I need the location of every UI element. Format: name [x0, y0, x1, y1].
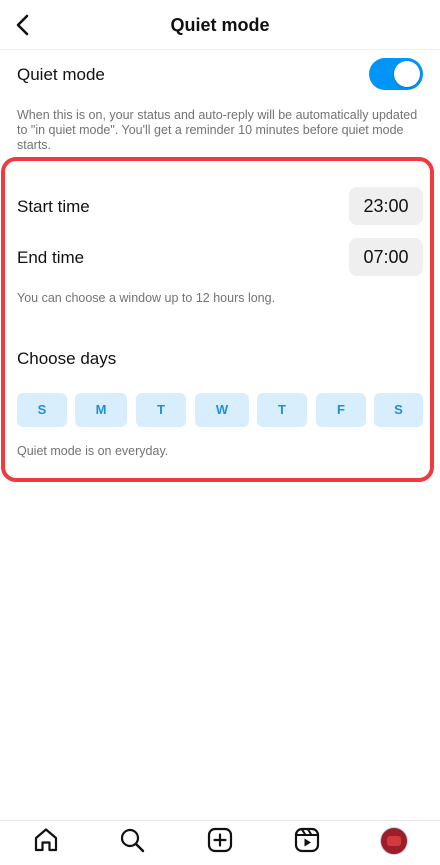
tab-create[interactable]	[200, 827, 240, 865]
tab-home[interactable]	[26, 827, 66, 865]
quiet-mode-description: When this is on, your status and auto-re…	[17, 108, 418, 152]
end-time-row[interactable]: End time 07:00	[17, 238, 423, 278]
home-icon	[34, 828, 58, 852]
day-chip-sunday[interactable]: S	[17, 393, 67, 427]
end-time-label: End time	[17, 248, 85, 267]
start-time-label: Start time	[17, 197, 90, 216]
end-time-value[interactable]: 07:00	[349, 238, 423, 276]
quiet-mode-row: Quiet mode	[17, 58, 423, 92]
quiet-mode-toggle[interactable]	[369, 58, 423, 90]
tab-profile[interactable]	[374, 827, 414, 865]
days-selector: S M T W T F S	[17, 393, 423, 427]
header: Quiet mode	[0, 0, 440, 50]
window-note: You can choose a window up to 12 hours l…	[17, 291, 276, 305]
quiet-mode-label: Quiet mode	[17, 65, 105, 84]
choose-days-title: Choose days	[17, 349, 117, 368]
bottom-tab-bar	[0, 820, 440, 864]
tab-search[interactable]	[112, 827, 152, 865]
create-icon	[207, 827, 233, 853]
avatar	[380, 827, 408, 855]
day-chip-saturday[interactable]: S	[374, 393, 423, 427]
avatar-image	[387, 836, 401, 846]
day-chip-tuesday[interactable]: T	[136, 393, 186, 427]
start-time-value[interactable]: 23:00	[349, 187, 423, 225]
search-icon	[120, 828, 145, 853]
reels-icon	[294, 827, 320, 853]
days-note: Quiet mode is on everyday.	[17, 444, 169, 458]
page-title: Quiet mode	[170, 15, 270, 35]
start-time-row[interactable]: Start time 23:00	[17, 187, 423, 227]
day-chip-thursday[interactable]: T	[257, 393, 307, 427]
day-chip-friday[interactable]: F	[316, 393, 366, 427]
day-chip-monday[interactable]: M	[75, 393, 127, 427]
day-chip-wednesday[interactable]: W	[195, 393, 249, 427]
toggle-knob	[394, 61, 420, 87]
tab-reels[interactable]	[287, 827, 327, 865]
